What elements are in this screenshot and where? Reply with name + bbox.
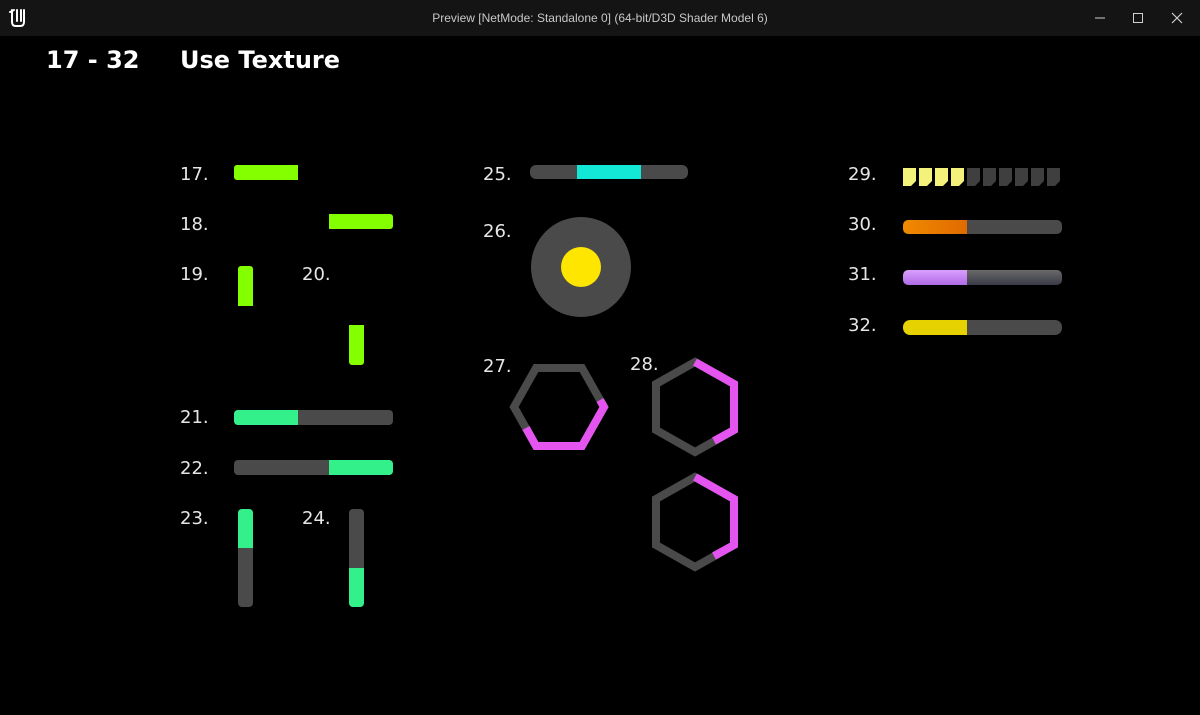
progress-segment [1015,168,1028,186]
hex-progress-28b [648,470,742,574]
maximize-icon [1132,12,1144,24]
window-titlebar: Preview [NetMode: Standalone 0] (64-bit/… [0,0,1200,37]
progress-fill-22 [329,460,393,475]
progress-bar-32 [903,320,1062,335]
label-17: 17. [180,164,209,185]
progress-fill-24 [349,567,364,607]
progress-bar-19 [238,266,253,306]
window-title: Preview [NetMode: Standalone 0] (64-bit/… [432,11,768,25]
minimize-button[interactable] [1080,0,1120,36]
progress-segment [983,168,996,186]
label-22: 22. [180,458,209,479]
progress-fill-32 [903,320,967,335]
label-21: 21. [180,407,209,428]
page-title: Use Texture [180,46,341,74]
progress-bar-21 [234,410,393,425]
progress-fill-21 [234,410,298,425]
progress-fill-31 [903,270,967,285]
range-heading: 17 - 32 [46,46,140,74]
progress-bar-18 [329,214,393,229]
label-23: 23. [180,508,209,529]
close-icon [1171,12,1183,24]
radial-progress-26 [531,217,631,317]
label-29: 29. [848,164,877,185]
progress-bar-17 [234,165,298,180]
segmented-progress-29 [903,167,1063,187]
progress-bar-24 [349,509,364,607]
maximize-button[interactable] [1118,0,1158,36]
label-26: 26. [483,221,512,242]
close-button[interactable] [1157,0,1197,36]
progress-bar-23 [238,509,253,607]
minimize-icon [1094,12,1106,24]
progress-segment [967,168,980,186]
progress-segment [935,168,948,186]
progress-segment [999,168,1012,186]
progress-segment [903,168,916,186]
label-19: 19. [180,264,209,285]
label-25: 25. [483,164,512,185]
label-31: 31. [848,264,877,285]
progress-segment [1031,168,1044,186]
progress-bar-20 [349,325,364,365]
progress-segment [951,168,964,186]
label-18: 18. [180,214,209,235]
progress-bar-31 [903,270,1062,285]
label-24: 24. [302,508,331,529]
progress-segment [1047,168,1060,186]
progress-fill-25 [577,165,641,179]
progress-fill-23 [238,509,253,549]
progress-segment [919,168,932,186]
progress-bar-30 [903,220,1062,234]
label-32: 32. [848,315,877,336]
hex-progress-28a [648,355,742,459]
hex-progress-27 [507,360,611,454]
progress-fill-30 [903,220,967,234]
progress-bar-22 [234,460,393,475]
label-30: 30. [848,214,877,235]
progress-bar-25 [530,165,688,179]
label-20: 20. [302,264,331,285]
